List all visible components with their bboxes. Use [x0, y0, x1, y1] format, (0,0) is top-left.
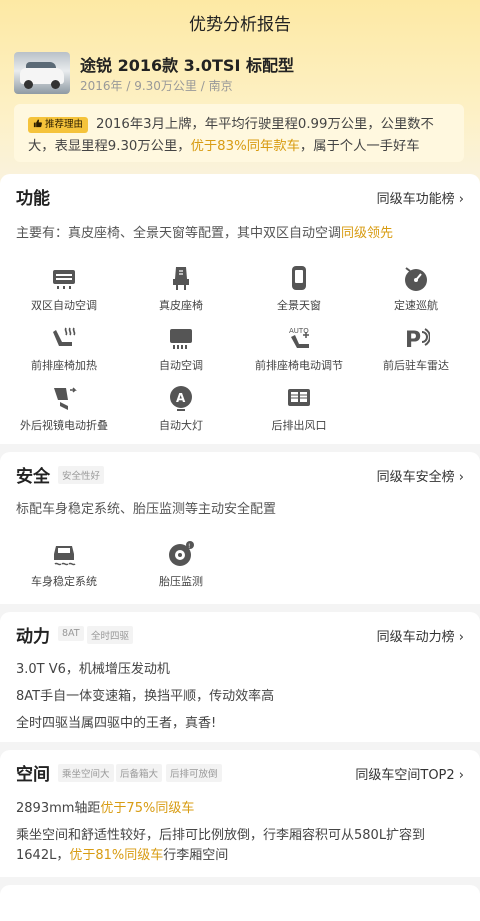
- features-desc-highlight: 同级领先: [341, 226, 394, 241]
- safety-item[interactable]: 车身稳定系统: [14, 540, 114, 589]
- feature-item[interactable]: 全景天窗: [249, 264, 349, 313]
- parking-radar-icon: P: [405, 328, 430, 352]
- space-rank-link[interactable]: 同级车空间TOP2 ›: [355, 764, 464, 783]
- features-desc: 主要有：真皮座椅、全景天窗等配置，其中双区自动空调同级领先: [16, 226, 394, 241]
- car-thumbnail: [14, 52, 70, 94]
- svg-text:!: !: [188, 543, 190, 550]
- power-tag: 全时四驱: [87, 626, 134, 644]
- cruise-control-icon: [405, 267, 427, 291]
- safety-title: 安全: [16, 467, 50, 487]
- recommend-badge: 推荐理由: [28, 117, 89, 133]
- panoramic-sunroof-icon: [292, 266, 306, 290]
- car-meta: 2016年 / 9.30万公里 / 南京: [80, 79, 233, 93]
- tire-pressure-icon: !: [169, 541, 194, 566]
- space-tag: 乘坐空间大: [58, 764, 114, 782]
- mirror-fold-icon: [54, 387, 77, 410]
- reason-highlight: 优于83%同年款车: [190, 139, 300, 154]
- features-title: 功能: [16, 189, 50, 209]
- leather-seat-icon: [173, 267, 189, 290]
- feature-item[interactable]: 外后视镜电动折叠: [14, 384, 114, 433]
- rear-vent-icon: [288, 389, 310, 406]
- space-section: 空间 乘坐空间大 后备箱大 后排可放倒 同级车空间TOP2 › 2893mm轴距…: [0, 750, 480, 877]
- feature-item[interactable]: 后排出风口: [249, 384, 349, 433]
- reason-text: 2016年3月上牌，年平均行驶里程0.99万公里，公里数不大，表显里程9.30万…: [28, 117, 434, 154]
- car-name: 途锐 2016款 3.0TSI 标配型: [80, 56, 294, 75]
- page-title: 优势分析报告: [189, 15, 291, 35]
- space-line: 乘坐空间和舒适性较好，后排可比例放倒，行李厢容积可从580L扩容到: [16, 828, 426, 843]
- safety-desc: 标配车身稳定系统、胎压监测等主动安全配置: [16, 502, 277, 517]
- features-section: 功能 同级车功能榜 › 主要有：真皮座椅、全景天窗等配置，其中双区自动空调同级领…: [0, 174, 480, 444]
- space-line: 2893mm轴距优于75%同级车: [16, 801, 195, 816]
- feature-item[interactable]: 双区自动空调: [14, 264, 114, 313]
- features-rank-link[interactable]: 同级车功能榜 ›: [377, 188, 464, 207]
- power-rank-link[interactable]: 同级车动力榜 ›: [377, 626, 464, 645]
- auto-ac-icon: [170, 329, 192, 349]
- feature-item[interactable]: A 自动大灯: [131, 384, 231, 433]
- power-line: 全时四驱当属四驱中的王者，真香!: [16, 716, 217, 731]
- thumbs-up-icon: [33, 119, 42, 128]
- space-line: 1642L，优于81%同级车行李厢空间: [16, 848, 229, 863]
- safety-tag: 安全性好: [58, 466, 105, 484]
- feature-item[interactable]: 定速巡航: [366, 264, 466, 313]
- next-section-card: [0, 885, 480, 921]
- feature-item[interactable]: AUTO 前排座椅电动调节: [249, 324, 349, 373]
- power-tag: 8AT: [58, 626, 84, 641]
- car-summary[interactable]: 途锐 2016款 3.0TSI 标配型 2016年 / 9.30万公里 / 南京: [14, 52, 464, 102]
- safety-section: 安全 安全性好 同级车安全榜 › 标配车身稳定系统、胎压监测等主动安全配置 车身…: [0, 452, 480, 604]
- auto-headlight-icon: A: [170, 386, 192, 411]
- safety-rank-link[interactable]: 同级车安全榜 ›: [377, 466, 464, 485]
- feature-item[interactable]: P 前后驻车雷达: [366, 324, 466, 373]
- dual-zone-ac-icon: [53, 270, 75, 289]
- feature-item[interactable]: 自动空调: [131, 324, 231, 373]
- seat-heating-icon: [53, 327, 76, 346]
- power-section: 动力 8AT 全时四驱 同级车动力榜 › 3.0T V6，机械增压发动机 8AT…: [0, 612, 480, 742]
- space-tag: 后排可放倒: [166, 764, 222, 782]
- safety-item[interactable]: ! 胎压监测: [131, 540, 231, 589]
- power-title: 动力: [16, 627, 50, 647]
- feature-item[interactable]: 前排座椅加热: [14, 324, 114, 373]
- feature-item[interactable]: 真皮座椅: [131, 264, 231, 313]
- power-line: 8AT手自一体变速箱，换挡平顺，传动效率高: [16, 689, 275, 704]
- recommend-reason: 2016年3月上牌，年平均行驶里程0.99万公里，公里数不大，表显里程9.30万…: [14, 104, 464, 162]
- svg-text:A: A: [176, 391, 186, 405]
- stability-control-icon: [54, 546, 76, 566]
- space-tag: 后备箱大: [116, 764, 163, 782]
- power-seat-icon: AUTO: [289, 327, 309, 348]
- space-title: 空间: [16, 765, 50, 785]
- svg-text:P: P: [405, 328, 421, 352]
- power-line: 3.0T V6，机械增压发动机: [16, 662, 170, 677]
